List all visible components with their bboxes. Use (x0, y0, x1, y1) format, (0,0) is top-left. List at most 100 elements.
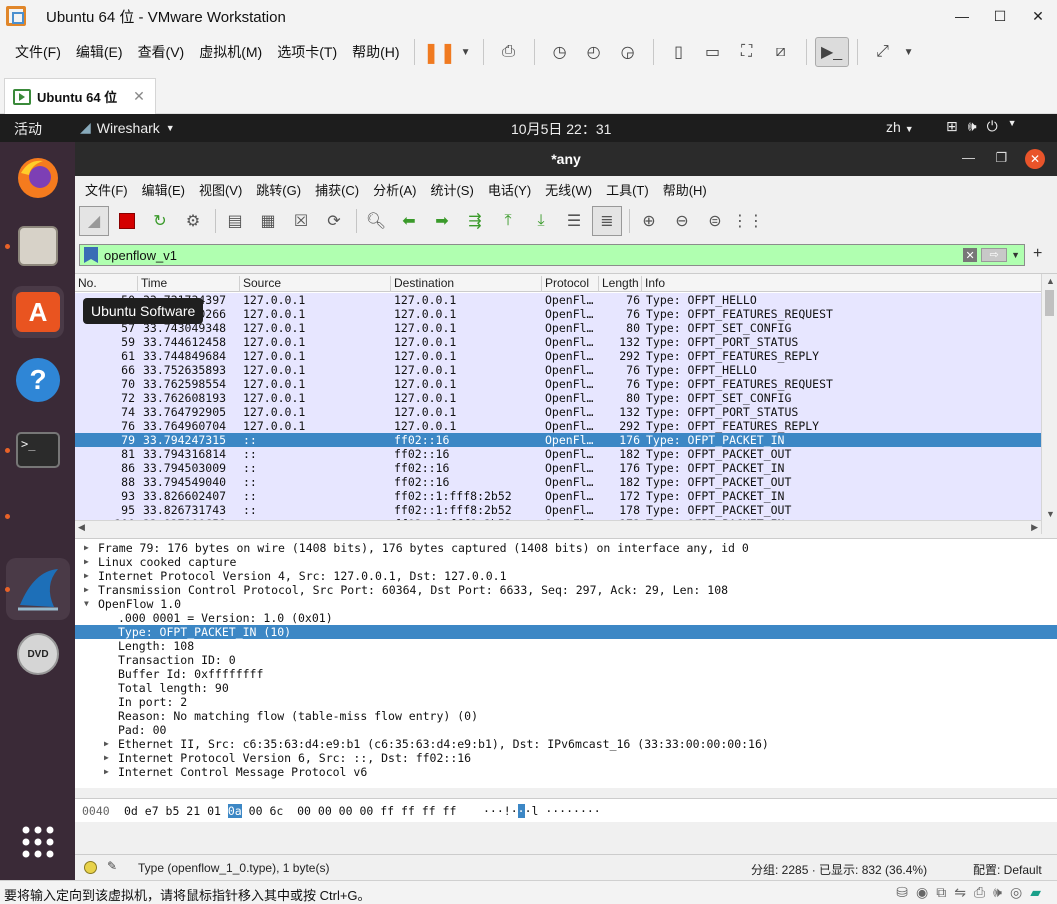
dvd-icon[interactable]: DVD (12, 628, 64, 680)
unity-icon[interactable]: ⧄ (764, 37, 798, 67)
power-dropdown-icon[interactable]: ▼ (457, 37, 475, 67)
packet-list[interactable]: No. Time Source Destination Protocol Len… (75, 273, 1057, 534)
usb-icon[interactable]: ⇋ (954, 884, 966, 901)
stretch-dropdown-icon[interactable]: ▼ (900, 37, 918, 67)
col-length[interactable]: Length (599, 276, 642, 292)
ascii-selected[interactable]: · (517, 804, 525, 818)
restart-capture-icon[interactable]: ↻ (145, 206, 175, 236)
printer-icon[interactable]: ⎙ (974, 884, 985, 901)
vm-menu-edit[interactable]: 编辑(E) (76, 42, 123, 62)
detail-row[interactable]: ▶ Ethernet II, Src: c6:35:63:d4:e9:b1 (c6… (75, 737, 1057, 751)
autoscroll-icon[interactable]: ☰ (559, 206, 589, 236)
find-packet-icon[interactable]: 🔍︎ (361, 206, 391, 236)
vm-menu-file[interactable]: 文件(F) (15, 42, 61, 62)
detail-row[interactable]: Transaction ID: 0 (75, 653, 1057, 667)
detail-row[interactable]: Pad: 00 (75, 723, 1057, 737)
detail-row[interactable]: ▶ Internet Control Message Protocol v6 (75, 765, 1057, 779)
detail-row[interactable]: ▶ Linux cooked capture (75, 555, 1057, 569)
activities-button[interactable]: 活动 (14, 119, 42, 139)
packet-row[interactable]: 59 33.744612458 127.0.0.1 127.0.0.1 OpenFl… 1… (75, 335, 1041, 349)
network-adapter-icon[interactable]: ⧉ (936, 884, 946, 901)
col-protocol[interactable]: Protocol (542, 276, 599, 292)
menu-capture[interactable]: 捕获(C) (315, 180, 359, 199)
reload-icon[interactable]: ⟳ (319, 206, 349, 236)
edit-comment-icon[interactable]: ✎ (107, 859, 117, 873)
packet-list-hscroll[interactable]: ◀ ▶ (75, 520, 1041, 534)
close-icon[interactable]: ✕ (1019, 0, 1057, 32)
menu-edit[interactable]: 编辑(E) (142, 180, 185, 199)
tree-expand-icon[interactable]: ▶ (84, 583, 89, 597)
expert-info-icon[interactable] (84, 861, 97, 874)
packet-row[interactable]: 79 33.794247315:: ff02::16 OpenFl… 176 Type: … (75, 433, 1041, 447)
menu-tools[interactable]: 工具(T) (606, 180, 649, 199)
wireshark-icon[interactable] (6, 558, 70, 620)
last-packet-icon[interactable]: ⤓ (526, 206, 556, 236)
clear-filter-icon[interactable]: ✕ (963, 248, 978, 262)
send-ctrl-alt-del-icon[interactable]: ⎙ (492, 37, 526, 67)
menu-wireless[interactable]: 无线(W) (545, 180, 592, 199)
capture-options-icon[interactable]: ⚙ (178, 206, 208, 236)
tab-ubuntu[interactable]: Ubuntu 64 位 ✕ (4, 78, 156, 114)
close-file-icon[interactable]: ☒ (286, 206, 316, 236)
sidebar-toggle-icon[interactable]: ▯ (662, 37, 696, 67)
bookmark-icon[interactable] (84, 247, 98, 263)
go-back-icon[interactable]: ⬅ (394, 206, 424, 236)
apply-filter-icon[interactable]: ⇨ (981, 248, 1008, 262)
maximize-icon[interactable]: ☐ (981, 0, 1019, 32)
packet-row[interactable]: 86 33.794503009:: ff02::16 OpenFl… 176 Type: … (75, 461, 1041, 475)
tree-expand-icon[interactable]: ▶ (84, 541, 89, 555)
minimize-icon[interactable]: — (943, 0, 981, 32)
menu-view[interactable]: 视图(V) (199, 180, 242, 199)
guest-screen[interactable]: 活动 ◢ Wireshark ▼ 10月5日 22：31 zh ▼ ⊞ 🕪 ⏻ … (0, 114, 1057, 880)
snapshot-icon[interactable]: ◷ (543, 37, 577, 67)
detail-row[interactable]: In port: 2 (75, 695, 1057, 709)
vm-menu-vm[interactable]: 虚拟机(M) (199, 42, 262, 62)
input-method[interactable]: zh ▼ (886, 119, 914, 135)
stretch-icon[interactable]: ⤢ (866, 37, 900, 67)
clock[interactable]: 10月5日 22：31 (511, 119, 611, 139)
chevron-down-icon[interactable]: ▼ (1011, 250, 1020, 260)
packet-row[interactable]: 72 33.762608193 127.0.0.1 127.0.0.1 OpenFl… 8… (75, 391, 1041, 405)
revert-snapshot-icon[interactable]: ◴ (577, 37, 611, 67)
packet-bytes[interactable]: 0040 0d e7 b5 21 01 0a 00 6c 00 00 00 00… (75, 798, 1057, 822)
zoom-out-icon[interactable]: ⊖ (667, 206, 697, 236)
packet-details[interactable]: ▶ Frame 79: 176 bytes on wire (1408 bits)… (75, 538, 1057, 788)
menu-statistics[interactable]: 统计(S) (430, 180, 473, 199)
go-to-packet-icon[interactable]: ⇶ (460, 206, 490, 236)
packet-row[interactable]: 5533.721790266127.0.0.1127.0.0.1OpenFl…7… (75, 307, 1041, 321)
hex-selected[interactable]: 0a (227, 804, 242, 818)
vm-menu-help[interactable]: 帮助(H) (352, 42, 399, 62)
close-icon[interactable]: ✕ (1025, 149, 1045, 169)
scroll-left-icon[interactable]: ◀ (78, 522, 85, 533)
hard-disk-icon[interactable]: ⛁ (896, 884, 908, 901)
packet-row[interactable]: 76 33.764960704 127.0.0.1 127.0.0.1 OpenFl… 2… (75, 419, 1041, 433)
terminal-icon[interactable]: >_ (12, 424, 64, 476)
app-menu[interactable]: ◢ Wireshark ▼ (80, 119, 175, 136)
vm-menu-view[interactable]: 查看(V) (138, 42, 185, 62)
display-icon[interactable]: ◎ (1010, 884, 1022, 901)
console-view-icon[interactable]: ▶_ (814, 37, 849, 67)
start-capture-icon[interactable]: ◢ (79, 206, 109, 236)
detail-row[interactable]: ▶ Internet Protocol Version 6, Src: ::, D… (75, 751, 1057, 765)
scroll-thumb[interactable] (1045, 290, 1054, 316)
zoom-in-icon[interactable]: ⊕ (634, 206, 664, 236)
menu-telephony[interactable]: 电话(Y) (488, 180, 531, 199)
detail-row[interactable]: Type: OFPT_PACKET_IN (10) (75, 625, 1057, 639)
wireshark-titlebar[interactable]: *any — ❐ ✕ (75, 142, 1057, 176)
col-time[interactable]: Time (138, 276, 240, 292)
cd-drive-icon[interactable]: ◉ (916, 884, 928, 901)
detail-row[interactable]: ▼ OpenFlow 1.0 (75, 597, 1057, 611)
packet-row[interactable]: 5033.721734397127.0.0.1127.0.0.1OpenFl…7… (75, 293, 1041, 307)
packet-row[interactable]: 66 33.752635893 127.0.0.1 127.0.0.1 OpenFl… 7… (75, 363, 1041, 377)
tab-close-icon[interactable]: ✕ (133, 88, 145, 105)
fullscreen-icon[interactable]: ⛶ (730, 37, 764, 67)
snapshot-manager-icon[interactable]: ◶ (611, 37, 645, 67)
packet-row[interactable]: 74 33.764792905 127.0.0.1 127.0.0.1 OpenFl… 1… (75, 405, 1041, 419)
packet-row[interactable]: 57 33.743049348 127.0.0.1 127.0.0.1 OpenFl… 8… (75, 321, 1041, 335)
packet-row[interactable]: 88 33.794549040:: ff02::16 OpenFl… 182 Type: … (75, 475, 1041, 489)
sound-icon[interactable]: 🕪 (993, 884, 1002, 901)
thumbnail-icon[interactable]: ▭ (696, 37, 730, 67)
packet-row[interactable]: 93 33.826602407:: ff02::1:fff8:2b52 OpenFl…… (75, 489, 1041, 503)
col-destination[interactable]: Destination (391, 276, 542, 292)
tree-collapse-icon[interactable]: ▼ (84, 597, 89, 611)
